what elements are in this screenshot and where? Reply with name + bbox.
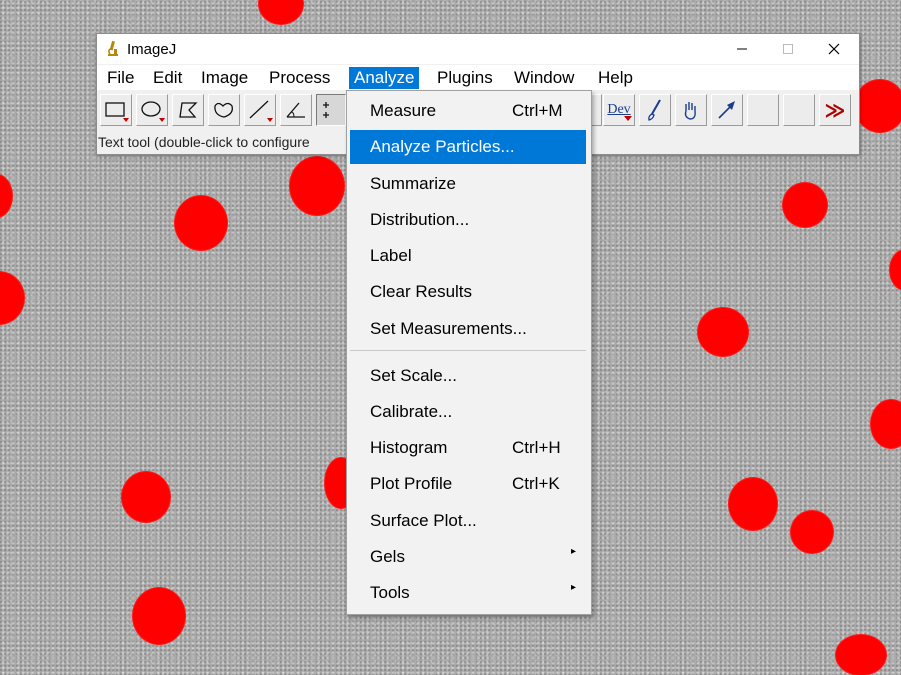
menu-item-label: Calibrate... [370, 402, 453, 421]
menu-image[interactable]: Image [196, 67, 253, 89]
menu-item-label: Summarize [370, 174, 456, 193]
oval-tool[interactable] [136, 94, 168, 126]
particle [855, 80, 901, 132]
menu-item-shortcut: Ctrl+K [512, 474, 560, 493]
menu-item-gels[interactable]: Gels ▸ [350, 540, 586, 574]
menu-bar: File Edit Image Process Analyze Plugins … [97, 65, 859, 90]
menu-item-label: Analyze Particles... [370, 137, 515, 156]
polygon-tool[interactable] [172, 94, 204, 126]
minimize-button[interactable] [719, 34, 765, 64]
menu-separator [350, 350, 586, 351]
dropdown-indicator-icon [624, 116, 632, 121]
particle [890, 250, 901, 290]
menu-item-label: Tools [370, 583, 410, 602]
close-icon [828, 43, 840, 55]
empty-tool-slot[interactable] [783, 94, 815, 126]
menu-item-tools[interactable]: Tools ▸ [350, 576, 586, 610]
particle [698, 308, 748, 356]
menu-item-surface-plot[interactable]: Surface Plot... [350, 504, 586, 538]
menu-item-label: Distribution... [370, 210, 470, 229]
submenu-arrow-icon: ▸ [570, 582, 576, 593]
freehand-icon [214, 102, 233, 118]
menu-item-distribution[interactable]: Distribution... [350, 203, 586, 237]
oval-icon [141, 101, 165, 122]
arrow-icon [718, 101, 735, 119]
line-tool[interactable] [244, 94, 276, 126]
status-bar: Text tool (double-click to configure [98, 134, 310, 150]
maximize-icon [783, 44, 793, 54]
particle [729, 478, 777, 530]
menu-item-label: Set Scale... [370, 366, 457, 385]
angle-icon [286, 102, 305, 118]
menu-item-label: Label [370, 246, 412, 265]
particle [871, 400, 901, 448]
point-tool[interactable] [316, 94, 346, 126]
menu-analyze[interactable]: Analyze [349, 67, 420, 89]
menu-item-label: Surface Plot... [370, 511, 477, 530]
particle [0, 175, 12, 217]
freehand-tool[interactable] [208, 94, 240, 126]
window-title: ImageJ [127, 41, 177, 58]
menu-item-clear-results[interactable]: Clear Results [350, 275, 586, 309]
dev-tool[interactable]: Dev [603, 94, 635, 126]
more-tools-label: ≫ [824, 99, 846, 122]
menu-item-label: Measure [370, 101, 437, 120]
brush-tool[interactable] [639, 94, 671, 126]
menu-item-label-tool[interactable]: Label [350, 239, 586, 273]
menu-item-label: Set Measurements... [370, 319, 527, 338]
angle-tool[interactable] [280, 94, 312, 126]
empty-tool-slot[interactable] [747, 94, 779, 126]
menu-item-label: Histogram [370, 438, 448, 457]
minimize-icon [737, 48, 747, 50]
analyze-menu: Measure Ctrl+M Analyze Particles... Summ… [346, 90, 592, 615]
menu-item-measure[interactable]: Measure Ctrl+M [350, 94, 586, 128]
particle [0, 272, 24, 324]
close-button[interactable] [811, 34, 857, 64]
submenu-arrow-icon: ▸ [570, 546, 576, 557]
polygon-icon [179, 102, 198, 118]
particle [122, 472, 170, 522]
menu-item-histogram[interactable]: Histogram Ctrl+H [350, 431, 586, 465]
crosshair-icon [323, 102, 329, 118]
menu-item-summarize[interactable]: Summarize [350, 167, 586, 201]
menu-item-label: Clear Results [370, 282, 473, 301]
particle [783, 183, 827, 227]
maximize-button[interactable] [765, 34, 811, 64]
menu-item-analyze-particles[interactable]: Analyze Particles... [350, 130, 586, 164]
menu-plugins[interactable]: Plugins [432, 67, 498, 89]
arrow-tool[interactable] [711, 94, 743, 126]
particle [791, 511, 833, 553]
menu-item-shortcut: Ctrl+H [512, 438, 561, 457]
menu-item-shortcut: Ctrl+M [512, 101, 563, 120]
menu-item-label: Gels [370, 547, 405, 566]
menu-item-label: Plot Profile [370, 474, 453, 493]
rectangle-icon [105, 102, 129, 122]
menu-window[interactable]: Window [509, 67, 579, 89]
pick-tool[interactable] [675, 94, 707, 126]
rectangle-tool[interactable] [100, 94, 132, 126]
microscope-icon [108, 40, 118, 56]
particle [259, 0, 303, 24]
menu-item-set-measurements[interactable]: Set Measurements... [350, 312, 586, 346]
particle [133, 588, 185, 644]
title-bar: ImageJ [97, 34, 859, 64]
particle [175, 196, 227, 250]
menu-item-set-scale[interactable]: Set Scale... [350, 359, 586, 393]
menu-help[interactable]: Help [593, 67, 638, 89]
hand-icon [684, 102, 696, 120]
menu-edit[interactable]: Edit [148, 67, 187, 89]
more-tools-button[interactable]: ≫ [819, 94, 851, 126]
particle [836, 635, 886, 675]
menu-process[interactable]: Process [264, 67, 335, 89]
brush-icon [648, 99, 661, 121]
particle [290, 157, 344, 215]
menu-file[interactable]: File [102, 67, 139, 89]
menu-item-plot-profile[interactable]: Plot Profile Ctrl+K [350, 467, 586, 501]
menu-item-calibrate[interactable]: Calibrate... [350, 395, 586, 429]
line-icon [249, 100, 273, 122]
